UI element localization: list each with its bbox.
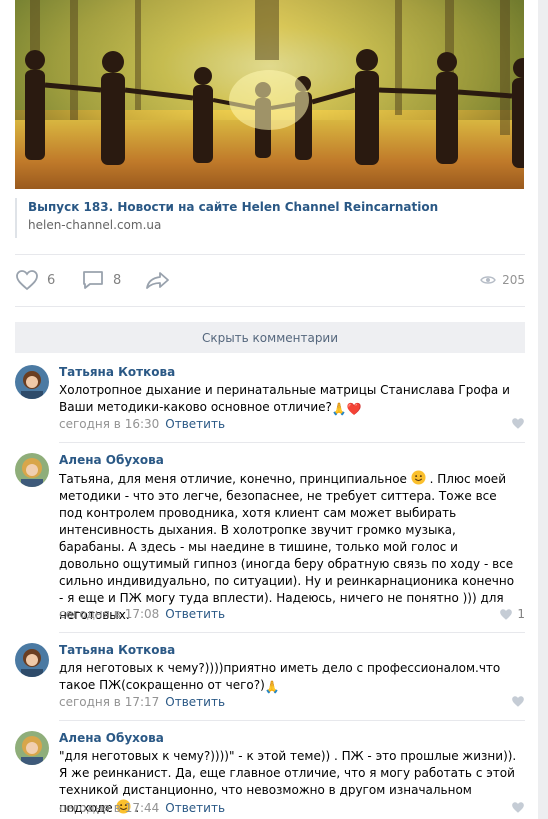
comment-meta: сегодня в 17:44 Ответить — [59, 801, 225, 815]
heart-icon — [16, 270, 38, 291]
comment-text: для неготовых к чему?))))приятно иметь д… — [59, 661, 501, 694]
divider — [15, 254, 525, 255]
comment-count: 8 — [113, 272, 122, 288]
hide-comments-button[interactable]: Скрыть комментарии — [15, 322, 525, 353]
like-count: 6 — [47, 272, 56, 288]
reply-button[interactable]: Ответить — [165, 607, 225, 621]
avatar[interactable] — [15, 453, 49, 487]
reply-button[interactable]: Ответить — [165, 695, 225, 709]
avatar[interactable] — [15, 365, 49, 399]
comment-time[interactable]: сегодня в 16:30 — [59, 417, 159, 431]
comment-item: Алена Обухова Татьяна, для меня отличие,… — [15, 453, 525, 623]
heart-icon — [512, 802, 524, 813]
comment-like-button[interactable] — [511, 417, 525, 430]
eye-icon — [480, 276, 496, 284]
divider — [15, 306, 525, 307]
comment-author[interactable]: Татьяна Коткова — [59, 643, 175, 657]
comment-text: Холотропное дыхание и перинатальные матр… — [59, 383, 510, 416]
post-actions: 6 8 205 — [15, 262, 525, 298]
views-count: 205 — [502, 273, 525, 287]
link-title[interactable]: Выпуск 183. Новости на сайте Helen Chann… — [28, 200, 438, 214]
comment-like-button[interactable]: 1 — [499, 607, 525, 621]
comment-author[interactable]: Татьяна Коткова — [59, 365, 175, 379]
comment-author[interactable]: Алена Обухова — [59, 453, 164, 467]
views-counter: 205 — [480, 262, 525, 298]
comment-meta: сегодня в 17:17 Ответить — [59, 695, 225, 709]
heart-icon — [512, 418, 524, 429]
pray-emoji: 🙏❤️ — [331, 402, 362, 416]
smile-emoji — [411, 470, 426, 485]
share-button[interactable] — [145, 262, 179, 298]
post-card: Выпуск 183. Новости на сайте Helen Chann… — [0, 0, 539, 819]
comment-icon — [83, 271, 103, 289]
divider — [59, 442, 525, 443]
comment-time[interactable]: сегодня в 17:08 — [59, 607, 159, 621]
avatar[interactable] — [15, 731, 49, 765]
attached-link[interactable]: Выпуск 183. Новости на сайте Helen Chann… — [15, 198, 526, 238]
divider — [59, 632, 525, 633]
comment-item: Татьяна Коткова для неготовых к чему?)))… — [15, 643, 525, 713]
comment-time[interactable]: сегодня в 17:17 — [59, 695, 159, 709]
heart-icon — [512, 696, 524, 707]
comment-meta: сегодня в 16:30 Ответить — [59, 417, 225, 431]
comment-like-button[interactable] — [511, 695, 525, 708]
comment-time[interactable]: сегодня в 17:44 — [59, 801, 159, 815]
reply-button[interactable]: Ответить — [165, 801, 225, 815]
pray-emoji: 🙏 — [264, 680, 280, 694]
comment-meta: сегодня в 17:08 Ответить — [59, 607, 225, 621]
comment-author[interactable]: Алена Обухова — [59, 731, 164, 745]
comment-button[interactable]: 8 — [81, 262, 121, 298]
comment-like-count: 1 — [517, 607, 525, 621]
reply-button[interactable]: Ответить — [165, 417, 225, 431]
divider — [59, 720, 525, 721]
comment-like-button[interactable] — [511, 801, 525, 814]
avatar[interactable] — [15, 643, 49, 677]
heart-icon — [500, 608, 513, 620]
people-holding-hands-illustration — [15, 0, 524, 189]
post-image[interactable] — [15, 0, 524, 189]
comment-text: Татьяна, для меня отличие, конечно, прин… — [59, 470, 515, 622]
page-background-edge — [538, 0, 548, 819]
comment-item: Алена Обухова "для неготовых к чему?))))… — [15, 731, 525, 819]
link-url[interactable]: helen-channel.com.ua — [28, 218, 161, 232]
comment-item: Татьяна Коткова Холотропное дыхание и пе… — [15, 365, 525, 437]
share-icon — [146, 272, 169, 289]
like-button[interactable]: 6 — [15, 262, 55, 298]
